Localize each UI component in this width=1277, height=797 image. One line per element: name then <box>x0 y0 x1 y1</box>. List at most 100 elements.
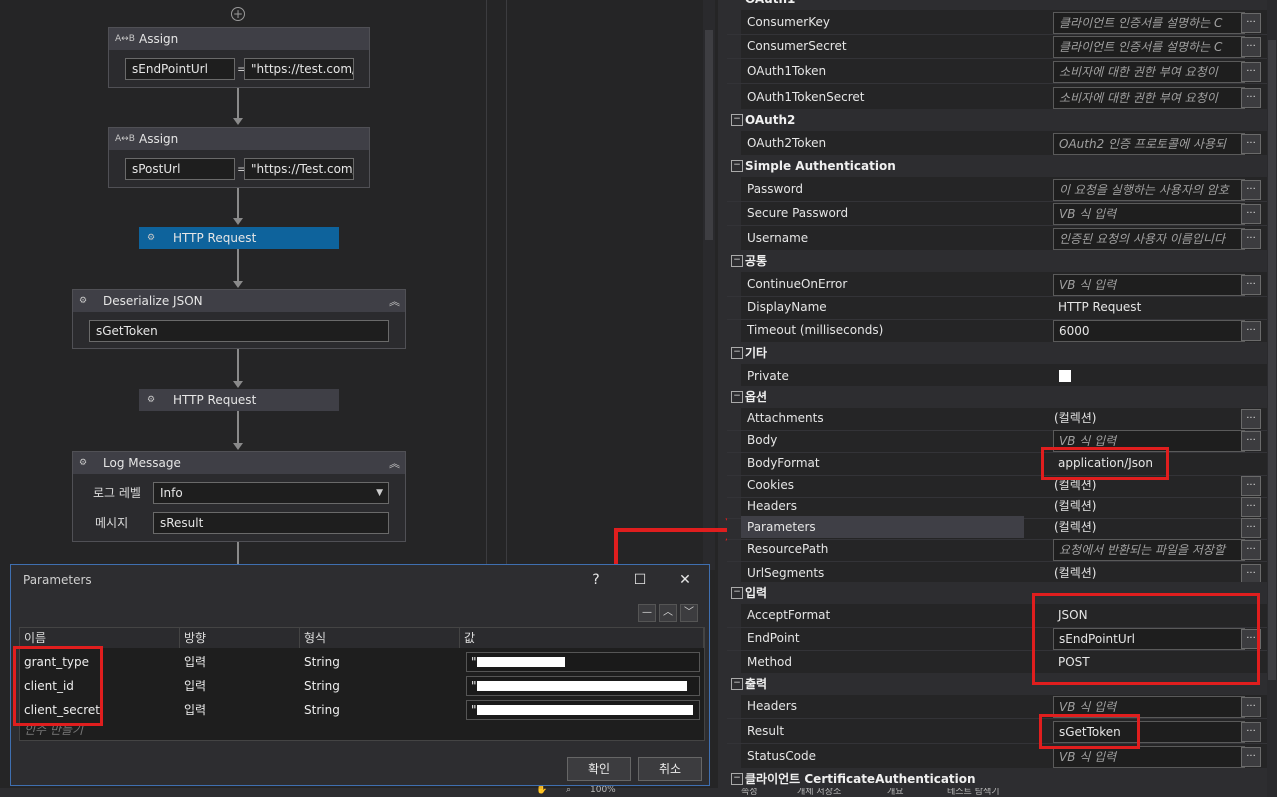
hand-icon[interactable]: ✋ <box>536 785 547 795</box>
property-row-oauth2-token[interactable]: OAuth2Token OAuth2 인증 프로토콜에 사용되 ... <box>727 131 1267 156</box>
property-row-username[interactable]: Username 인증된 요청의 사용자 이름입니다 ... <box>727 226 1267 251</box>
category-common[interactable]: − 공통 <box>727 250 1267 272</box>
move-down-icon[interactable]: ﹀ <box>680 604 698 622</box>
http-request-activity-selected[interactable]: ⚙ HTTP Request <box>139 227 339 249</box>
param-direction-cell[interactable]: 입력 <box>180 698 300 722</box>
http-request-activity[interactable]: ⚙ HTTP Request <box>139 389 339 411</box>
property-value[interactable]: 소비자에 대한 권한 부여 요청이 <box>1053 61 1245 83</box>
ellipsis-button[interactable]: ... <box>1241 88 1261 108</box>
tab-test-explorer[interactable]: 테스트 탐색기 <box>947 788 1000 797</box>
property-value[interactable]: (컬렉션) <box>1049 408 1239 428</box>
property-row-consumer-secret[interactable]: ConsumerSecret 클라이언트 인증서를 설명하는 C ... <box>727 34 1267 59</box>
property-value[interactable]: OAuth2 인증 프로토콜에 사용되 <box>1053 133 1245 155</box>
collapse-icon[interactable]: ︽ <box>389 293 400 309</box>
property-row-body[interactable]: Body VB 식 입력 ... <box>727 428 1267 453</box>
help-icon[interactable]: ? <box>584 569 608 591</box>
property-value[interactable]: (컬렉션) <box>1049 517 1239 537</box>
ellipsis-button[interactable]: ... <box>1241 13 1261 33</box>
property-row-result[interactable]: Result sGetToken ... <box>727 719 1267 744</box>
ellipsis-button[interactable]: ... <box>1241 409 1261 429</box>
ellipsis-button[interactable]: ... <box>1241 497 1261 517</box>
param-type-cell[interactable]: String <box>300 674 460 698</box>
property-row-consumer-key[interactable]: ConsumerKey 클라이언트 인증서를 설명하는 C ... <box>727 10 1267 35</box>
category-options[interactable]: − 옵션 <box>727 386 1267 408</box>
property-row-output-headers[interactable]: Headers VB 식 입력 ... <box>727 694 1267 719</box>
ellipsis-button[interactable]: ... <box>1241 275 1261 295</box>
parameters-dialog[interactable]: Parameters ? ☐ ✕ — ︿ ﹀ 이름 방향 형식 값 grant_… <box>10 564 710 786</box>
canvas-scroll-thumb[interactable] <box>705 30 713 240</box>
property-value[interactable]: (컬렉션) <box>1049 496 1239 516</box>
property-row-oauth1-token[interactable]: OAuth1Token 소비자에 대한 권한 부여 요청이 ... <box>727 59 1267 84</box>
assign-activity[interactable]: A↔B Assign sPostUrl = "https://Test.com/ <box>108 127 370 188</box>
property-row-display-name[interactable]: DisplayName HTTP Request <box>727 295 1267 320</box>
collapse-icon[interactable]: ︽ <box>389 455 400 471</box>
collapse-category-icon[interactable]: − <box>731 391 743 403</box>
param-type-cell[interactable]: String <box>300 650 460 674</box>
property-row-password[interactable]: Password 이 요청을 실행하는 사용자의 암호 ... <box>727 177 1267 202</box>
category-oauth1[interactable]: OAuth1 <box>727 0 1267 10</box>
column-header-name[interactable]: 이름 <box>20 628 180 648</box>
cancel-button[interactable]: 취소 <box>638 757 702 781</box>
private-checkbox[interactable] <box>1059 370 1071 382</box>
close-icon[interactable]: ✕ <box>673 569 697 591</box>
param-type-cell[interactable]: String <box>300 698 460 722</box>
ellipsis-button[interactable]: ... <box>1241 321 1261 341</box>
property-row-status-code[interactable]: StatusCode VB 식 입력 ... <box>727 744 1267 769</box>
log-level-select[interactable]: Info ▼ <box>153 482 389 504</box>
ellipsis-button[interactable]: ... <box>1241 229 1261 249</box>
collapse-category-icon[interactable]: − <box>731 587 743 599</box>
ellipsis-button[interactable]: ... <box>1241 37 1261 57</box>
log-message-field[interactable]: sResult <box>153 512 389 534</box>
property-value[interactable]: 이 요청을 실행하는 사용자의 암호 <box>1053 179 1245 201</box>
param-direction-cell[interactable]: 입력 <box>180 674 300 698</box>
tab-properties[interactable]: 속성 <box>741 788 758 797</box>
property-value[interactable]: VB 식 입력 <box>1053 746 1245 768</box>
assign-value-field[interactable]: "https://Test.com/ <box>244 158 354 180</box>
property-row-secure-password[interactable]: Secure Password VB 식 입력 ... <box>727 201 1267 226</box>
ellipsis-button[interactable]: ... <box>1241 180 1261 200</box>
assign-activity[interactable]: A↔B Assign sEndPointUrl = "https://test.… <box>108 27 370 88</box>
ellipsis-button[interactable]: ... <box>1241 431 1261 451</box>
search-icon[interactable]: ⌕ <box>566 785 571 795</box>
column-header-value[interactable]: 값 <box>460 628 704 648</box>
ellipsis-button[interactable]: ... <box>1241 564 1261 584</box>
ellipsis-button[interactable]: ... <box>1241 62 1261 82</box>
collapse-category-icon[interactable]: − <box>731 347 743 359</box>
param-value-cell[interactable]: "" <box>466 676 700 696</box>
ellipsis-button[interactable]: ... <box>1241 722 1261 742</box>
param-direction-cell[interactable]: 입력 <box>180 650 300 674</box>
ellipsis-button[interactable]: ... <box>1241 134 1261 154</box>
assign-value-field[interactable]: "https://test.com/c <box>244 58 354 80</box>
ellipsis-button[interactable]: ... <box>1241 540 1261 560</box>
assign-to-field[interactable]: sEndPointUrl <box>125 58 235 80</box>
add-activity-icon[interactable]: + <box>231 7 245 21</box>
property-row-oauth1-token-secret[interactable]: OAuth1TokenSecret 소비자에 대한 권한 부여 요청이 ... <box>727 85 1267 110</box>
category-oauth2[interactable]: − OAuth2 <box>727 109 1267 131</box>
collapse-category-icon[interactable]: − <box>731 160 743 172</box>
ellipsis-button[interactable]: ... <box>1241 518 1261 538</box>
category-simple-authentication[interactable]: − Simple Authentication <box>727 155 1267 177</box>
property-value[interactable]: 소비자에 대한 권한 부여 요청이 <box>1053 87 1245 109</box>
property-value[interactable]: 요청에서 반환되는 파일을 저장할 <box>1053 539 1245 561</box>
deserialize-json-string-field[interactable]: sGetToken <box>89 320 389 342</box>
parameters-grid[interactable]: 이름 방향 형식 값 grant_type 입력 String "" clien… <box>19 627 705 741</box>
ok-button[interactable]: 확인 <box>567 757 631 781</box>
deserialize-json-activity[interactable]: ⚙ Deserialize JSON ︽ sGetToken <box>72 289 406 349</box>
property-value[interactable]: 6000 <box>1053 320 1245 342</box>
collapse-category-icon[interactable]: − <box>731 114 743 126</box>
property-value[interactable]: 클라이언트 인증서를 설명하는 C <box>1053 12 1245 34</box>
property-value[interactable]: 인증된 요청의 사용자 이름입니다 <box>1053 228 1245 250</box>
log-message-activity[interactable]: ⚙ Log Message ︽ 로그 레벨 Info ▼ 메시지 sResult <box>72 451 406 542</box>
property-row-timeout[interactable]: Timeout (milliseconds) 6000 ... <box>727 318 1267 343</box>
tab-outline[interactable]: 개요 <box>887 788 904 797</box>
maximize-icon[interactable]: ☐ <box>628 569 652 591</box>
property-value[interactable]: HTTP Request <box>1053 297 1243 317</box>
tab-object-repository[interactable]: 개체 저장소 <box>797 788 841 797</box>
collapse-category-icon[interactable]: − <box>731 255 743 267</box>
move-up-icon[interactable]: ︿ <box>659 604 677 622</box>
ellipsis-button[interactable]: ... <box>1241 204 1261 224</box>
assign-to-field[interactable]: sPostUrl <box>125 158 235 180</box>
ellipsis-button[interactable]: ... <box>1241 476 1261 496</box>
collapse-category-icon[interactable]: − <box>731 773 743 785</box>
category-misc[interactable]: − 기타 <box>727 342 1267 364</box>
